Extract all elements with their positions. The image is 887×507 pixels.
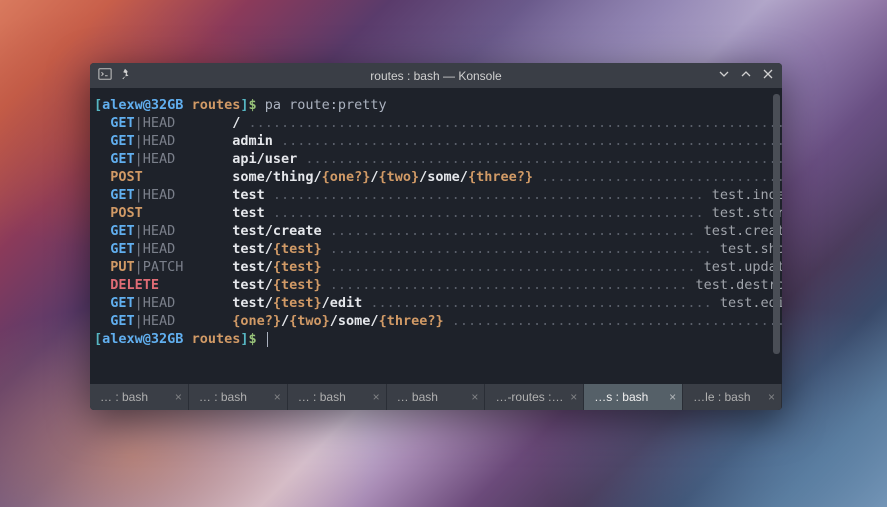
tab-1[interactable]: … : bash × bbox=[189, 384, 288, 410]
tab-5[interactable]: …s : bash × bbox=[584, 384, 683, 410]
tab-close-icon[interactable]: × bbox=[768, 390, 775, 404]
tab-label: …le : bash bbox=[693, 390, 750, 404]
route-row: POST some/thing/{one?}/{two}/some/{three… bbox=[94, 168, 776, 186]
tab-close-icon[interactable]: × bbox=[175, 390, 182, 404]
route-row: GET|HEAD admin .........................… bbox=[94, 132, 776, 150]
terminal-viewport[interactable]: [alexw@32GB routes]$ pa route:pretty GET… bbox=[90, 88, 782, 384]
tab-close-icon[interactable]: × bbox=[373, 390, 380, 404]
tab-label: … bash bbox=[397, 390, 438, 404]
tab-bar: … : bash×… : bash×… : bash×… bash×…-rout… bbox=[90, 384, 782, 410]
prompt-line-command: [alexw@32GB routes]$ pa route:pretty bbox=[94, 96, 776, 114]
route-row: GET|HEAD test/create ...................… bbox=[94, 222, 776, 240]
scrollbar[interactable] bbox=[773, 94, 780, 354]
route-row: GET|HEAD test ..........................… bbox=[94, 186, 776, 204]
window-title: routes : bash — Konsole bbox=[90, 69, 782, 83]
pin-icon[interactable] bbox=[118, 67, 132, 84]
tab-6[interactable]: …le : bash × bbox=[683, 384, 782, 410]
maximize-button[interactable] bbox=[740, 68, 752, 83]
konsole-window: routes : bash — Konsole [alexw@32GB rout… bbox=[90, 63, 782, 410]
terminal-icon bbox=[98, 67, 112, 84]
route-row: GET|HEAD api/user ......................… bbox=[94, 150, 776, 168]
tab-label: …s : bash bbox=[594, 390, 648, 404]
tab-label: …-routes : bash bbox=[495, 390, 566, 404]
minimize-button[interactable] bbox=[718, 68, 730, 83]
route-row: GET|HEAD / .............................… bbox=[94, 114, 776, 132]
tab-2[interactable]: … : bash × bbox=[288, 384, 387, 410]
route-row: GET|HEAD test/{test}/edit ..............… bbox=[94, 294, 776, 312]
tab-0[interactable]: … : bash × bbox=[90, 384, 189, 410]
titlebar[interactable]: routes : bash — Konsole bbox=[90, 63, 782, 88]
tab-close-icon[interactable]: × bbox=[274, 390, 281, 404]
tab-close-icon[interactable]: × bbox=[471, 390, 478, 404]
tab-close-icon[interactable]: × bbox=[669, 390, 676, 404]
tab-label: … : bash bbox=[298, 390, 346, 404]
close-button[interactable] bbox=[762, 68, 774, 83]
tab-close-icon[interactable]: × bbox=[570, 390, 577, 404]
route-row: GET|HEAD test/{test} ...................… bbox=[94, 240, 776, 258]
route-row: PUT|PATCH test/{test} ..................… bbox=[94, 258, 776, 276]
tab-label: … : bash bbox=[100, 390, 148, 404]
route-row: DELETE test/{test} .....................… bbox=[94, 276, 776, 294]
route-row: GET|HEAD {one?}/{two}/some/{three?} ....… bbox=[94, 312, 776, 330]
tab-4[interactable]: …-routes : bash × bbox=[485, 384, 584, 410]
tab-3[interactable]: … bash × bbox=[387, 384, 486, 410]
route-row: POST test ..............................… bbox=[94, 204, 776, 222]
prompt-line-idle: [alexw@32GB routes]$ bbox=[94, 330, 776, 348]
tab-label: … : bash bbox=[199, 390, 247, 404]
